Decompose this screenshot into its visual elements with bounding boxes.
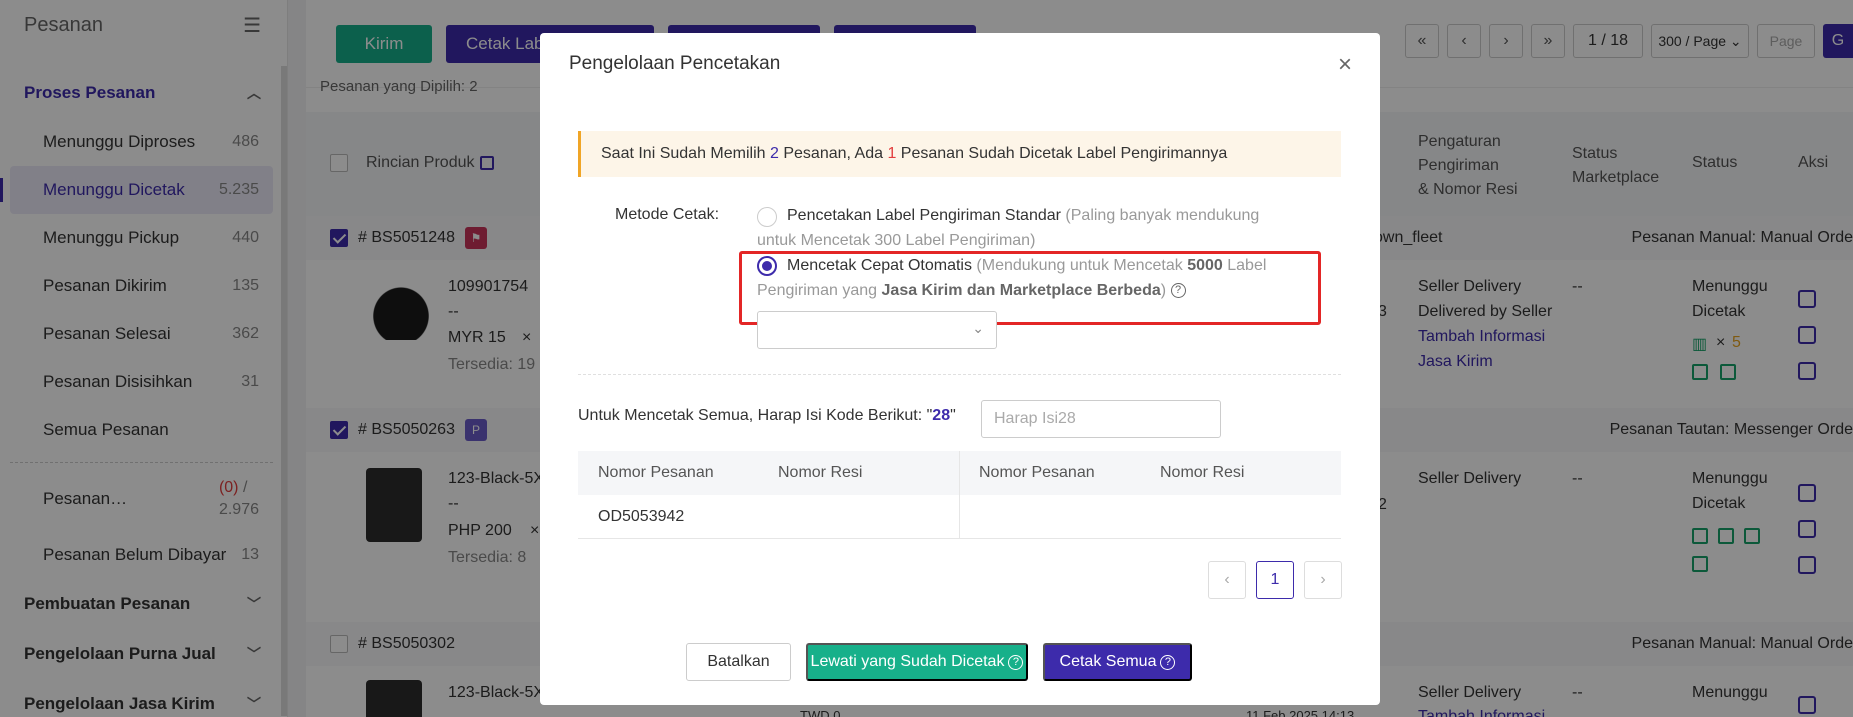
modal-prev-page-button[interactable]: ‹ — [1208, 561, 1246, 599]
col-nomor-resi-2: Nomor Resi — [1160, 464, 1245, 481]
col-nomor-pesanan-2: Nomor Pesanan — [979, 464, 1095, 481]
divider — [578, 374, 1341, 375]
confirm-code-quote: " — [950, 407, 956, 424]
column-divider — [959, 451, 960, 539]
cancel-button[interactable]: Batalkan — [686, 643, 791, 681]
skip-printed-button[interactable]: Lewati yang Sudah Dicetak? — [806, 643, 1028, 681]
confirm-code-label: Untuk Mencetak Semua, Harap Isi Kode Ber… — [578, 407, 956, 425]
option-standard-print[interactable]: Pencetakan Label Pengiriman Standar (Pal… — [787, 203, 1259, 228]
modal-title: Pengelolaan Pencetakan — [569, 53, 781, 74]
close-icon[interactable]: × — [1338, 51, 1352, 79]
notice-text-3: Pesanan Sudah Dicetak Label Pengirimanny… — [900, 145, 1228, 162]
print-management-modal: Pengelolaan Pencetakan × Saat Ini Sudah … — [540, 33, 1380, 705]
help-icon: ? — [1160, 654, 1176, 670]
printed-orders-table: Nomor Pesanan Nomor Resi Nomor Pesanan N… — [578, 451, 1341, 539]
confirm-code-value: 28 — [932, 407, 951, 424]
modal-next-page-button[interactable]: › — [1304, 561, 1342, 599]
option-standard-hint-a: (Paling banyak mendukung — [1065, 207, 1260, 224]
print-method-label: Metode Cetak: — [615, 206, 720, 223]
option-standard-label: Pencetakan Label Pengiriman Standar — [787, 207, 1061, 224]
notice-text-2: Pesanan, Ada — [783, 145, 883, 162]
col-nomor-resi: Nomor Resi — [778, 464, 863, 481]
notice-count-printed: 1 — [887, 145, 897, 162]
radio-standard-print[interactable] — [757, 207, 777, 227]
confirm-code-text: Untuk Mencetak Semua, Harap Isi Kode Ber… — [578, 407, 933, 424]
notice-count-selected: 2 — [769, 145, 779, 162]
skip-printed-label: Lewati yang Sudah Dicetak — [810, 653, 1005, 670]
print-all-label: Cetak Semua — [1059, 653, 1157, 670]
notice-banner: Saat Ini Sudah Memilih 2 Pesanan, Ada 1 … — [578, 131, 1341, 177]
col-nomor-pesanan: Nomor Pesanan — [598, 464, 714, 481]
order-number-cell: OD5053942 — [598, 507, 685, 525]
option-standard-hint: untuk Mencetak 300 Label Pengiriman) — [757, 228, 1035, 253]
print-all-button[interactable]: Cetak Semua? — [1043, 643, 1192, 681]
help-icon: ? — [1008, 654, 1024, 670]
notice-text-1: Saat Ini Sudah Memilih — [601, 145, 766, 162]
confirm-code-input[interactable]: Harap Isi28 — [981, 400, 1221, 438]
option-standard-hint-b: untuk Mencetak 300 Label Pengiriman) — [757, 232, 1036, 249]
chevron-down-icon: ⌄ — [972, 320, 984, 336]
modal-page-1-button[interactable]: 1 — [1256, 561, 1294, 599]
print-template-select[interactable]: ⌄ — [757, 311, 997, 349]
